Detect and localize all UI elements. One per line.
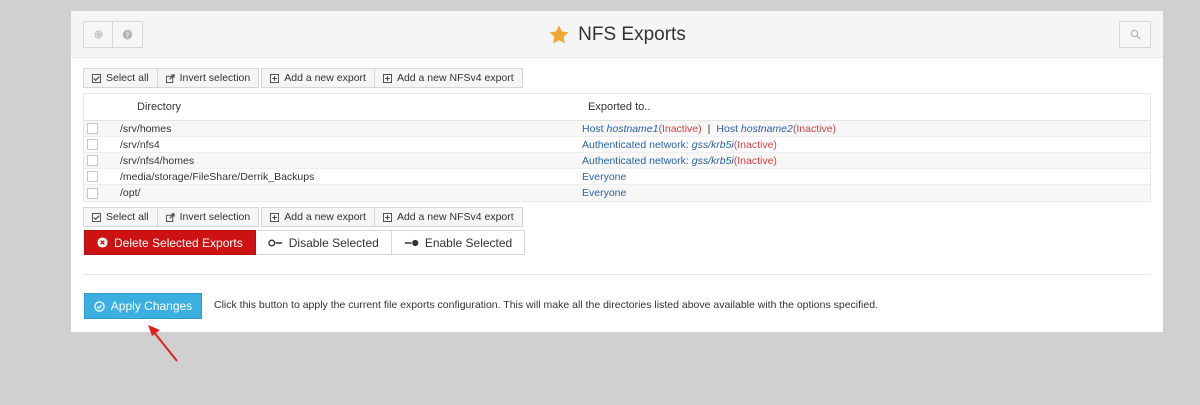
directory-link[interactable]: /srv/nfs4/homes: [120, 155, 582, 167]
disable-selected-label: Disable Selected: [288, 235, 379, 250]
export-host-link[interactable]: Authenticated network: gss/krb5i(Inactiv…: [582, 139, 777, 151]
share-icon: [165, 212, 175, 222]
add-nfsv4-export-button[interactable]: Add a new NFSv4 export: [374, 207, 523, 227]
enable-selected-label: Enable Selected: [424, 235, 513, 250]
export-prefix: Host: [582, 122, 607, 135]
select-all-button[interactable]: Select all: [83, 68, 158, 88]
disable-selected-button[interactable]: Disable Selected: [255, 230, 392, 255]
export-name: hostname1: [606, 122, 659, 135]
plus-square-icon: [382, 212, 392, 222]
nfs-exports-panel: ? NFS Exports Select all Invert selectio…: [71, 11, 1163, 332]
add-export-button[interactable]: Add a new export: [261, 207, 375, 227]
select-all-label: Select all: [106, 211, 149, 223]
panel-header: ? NFS Exports: [71, 11, 1163, 58]
export-status: (Inactive): [792, 122, 837, 135]
export-host-link[interactable]: Authenticated network: gss/krb5i(Inactiv…: [582, 155, 777, 167]
row-checkbox[interactable]: [87, 139, 98, 150]
check-square-icon: [92, 73, 101, 83]
column-header-directory: Directory: [137, 101, 182, 113]
export-prefix: Authenticated network:: [582, 154, 692, 167]
select-all-label: Select all: [106, 72, 149, 84]
table-row: /opt/ Everyone: [84, 185, 1150, 201]
export-name: hostname2: [740, 122, 793, 135]
export-host-link[interactable]: Everyone: [582, 187, 626, 199]
exported-to-cell: Everyone: [582, 187, 626, 199]
row-checkbox[interactable]: [87, 155, 98, 166]
row-checkbox[interactable]: [87, 187, 98, 199]
row-checkbox[interactable]: [87, 171, 98, 182]
export-prefix: Host: [716, 122, 741, 135]
export-status: (Inactive): [733, 138, 777, 151]
export-prefix: Authenticated network:: [582, 138, 692, 151]
export-host-link[interactable]: Host hostname1(Inactive): [582, 123, 702, 135]
check-square-icon: [92, 212, 101, 222]
exported-to-cell: Everyone: [582, 171, 626, 183]
add-export-button[interactable]: Add a new export: [261, 68, 375, 88]
export-status: (Inactive): [733, 154, 777, 167]
exports-table: Directory Exported to.. /srv/homes Host …: [83, 93, 1151, 202]
enable-selected-button[interactable]: Enable Selected: [391, 230, 526, 255]
add-export-label: Add a new export: [284, 211, 366, 223]
directory-link[interactable]: /media/storage/FileShare/Derrik_Backups: [120, 171, 582, 183]
delete-selected-exports-button[interactable]: Delete Selected Exports: [84, 230, 256, 255]
invert-selection-label: Invert selection: [179, 72, 251, 84]
table-row: /srv/nfs4 Authenticated network: gss/krb…: [84, 137, 1150, 153]
toggle-on-icon: [404, 239, 419, 246]
plus-square-icon: [270, 212, 280, 222]
annotation-arrow-icon: [148, 325, 178, 362]
export-separator: |: [707, 122, 711, 135]
search-button[interactable]: [1119, 21, 1151, 48]
directory-link[interactable]: /srv/homes: [120, 123, 582, 135]
exported-to-cell: Authenticated network: gss/krb5i(Inactiv…: [582, 155, 777, 167]
export-actions: Delete Selected Exports Disable Selected…: [84, 230, 526, 255]
invert-selection-button[interactable]: Invert selection: [157, 68, 260, 88]
page-title-text: NFS Exports: [578, 23, 686, 45]
export-host-link[interactable]: Everyone: [582, 171, 626, 183]
add-nfsv4-export-button[interactable]: Add a new NFSv4 export: [374, 68, 523, 88]
export-status: (Inactive): [658, 122, 702, 135]
section-divider: [83, 274, 1151, 275]
apply-changes-description: Click this button to apply the current f…: [214, 299, 878, 311]
export-name: gss/krb5i: [691, 154, 734, 167]
selection-toolbar-bottom: Select all Invert selection Add a new ex…: [83, 207, 523, 227]
page-title: NFS Exports: [71, 11, 1163, 58]
exported-to-cell: Authenticated network: gss/krb5i(Inactiv…: [582, 139, 777, 151]
plus-square-icon: [382, 73, 392, 83]
add-nfsv4-export-label: Add a new NFSv4 export: [396, 211, 514, 223]
export-host-link[interactable]: Host hostname2(Inactive): [716, 123, 836, 135]
add-nfsv4-export-label: Add a new NFSv4 export: [396, 72, 514, 84]
table-header: Directory Exported to..: [84, 94, 1150, 121]
apply-changes-label: Apply Changes: [110, 299, 193, 313]
select-all-button[interactable]: Select all: [83, 207, 158, 227]
search-icon: [1130, 29, 1140, 40]
apply-changes-button[interactable]: Apply Changes: [84, 293, 202, 319]
check-circle-icon: [94, 300, 105, 312]
table-row: /srv/nfs4/homes Authenticated network: g…: [84, 153, 1150, 169]
column-header-exported-to: Exported to..: [588, 101, 651, 113]
times-circle-icon: [97, 237, 108, 248]
exported-to-cell: Host hostname1(Inactive) | Host hostname2(…: [582, 123, 836, 135]
table-row: /srv/homes Host hostname1(Inactive) | Host…: [84, 121, 1150, 137]
export-name: gss/krb5i: [691, 138, 734, 151]
table-body: /srv/homes Host hostname1(Inactive) | Host…: [84, 121, 1150, 201]
directory-link[interactable]: /srv/nfs4: [120, 139, 582, 151]
plus-square-icon: [270, 73, 280, 83]
invert-selection-label: Invert selection: [179, 211, 251, 223]
table-row: /media/storage/FileShare/Derrik_Backups …: [84, 169, 1150, 185]
star-icon: [549, 24, 569, 43]
directory-link[interactable]: /opt/: [120, 187, 582, 199]
selection-toolbar-top: Select all Invert selection Add a new ex…: [83, 68, 523, 88]
invert-selection-button[interactable]: Invert selection: [157, 207, 260, 227]
delete-selected-exports-label: Delete Selected Exports: [114, 235, 243, 250]
add-export-label: Add a new export: [284, 72, 366, 84]
toggle-off-icon: [268, 239, 282, 246]
row-checkbox[interactable]: [87, 123, 98, 134]
share-icon: [165, 73, 175, 83]
